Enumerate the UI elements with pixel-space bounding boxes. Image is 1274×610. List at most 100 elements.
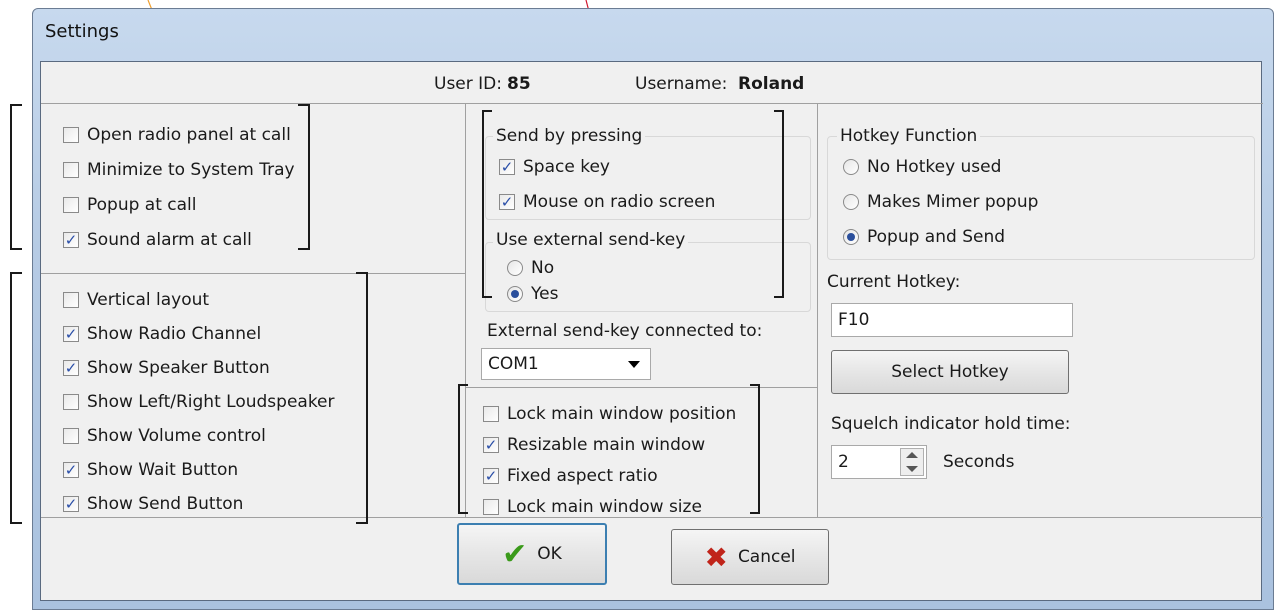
current-hotkey-value: F10 [838,310,870,330]
left-section-divider [41,273,465,274]
cancel-label: Cancel [737,547,796,567]
checkbox-label: Show Radio Channel [87,324,262,344]
checkbox-lock-window-position[interactable]: Lock main window position [483,404,736,424]
select-hotkey-button[interactable]: Select Hotkey [831,350,1069,394]
radio-popup-and-send[interactable]: Popup and Send [843,227,1005,247]
checkbox-label: Show Volume control [87,426,266,446]
annotation-bracket-general-left [10,104,22,250]
checkbox-popup-at-call[interactable]: Popup at call [63,195,197,215]
checkbox-label: Minimize to System Tray [87,160,295,180]
checkbox-show-wait-button[interactable]: ✓ Show Wait Button [63,460,238,480]
select-hotkey-label: Select Hotkey [891,362,1009,382]
checkbox-label: Popup at call [87,195,197,215]
checkbox-box [483,499,499,515]
checkbox-show-left-right-loudspeaker[interactable]: Show Left/Right Loudspeaker [63,392,335,412]
checkbox-box: ✓ [63,495,79,513]
external-send-key-legend: Use external send-key [493,230,689,250]
checkbox-vertical-layout[interactable]: Vertical layout [63,290,209,310]
ok-button[interactable]: ✔ OK [457,523,607,585]
send-by-pressing-legend: Send by pressing [493,126,646,146]
user-info-header: User ID: 85 Username: Roland [41,74,1263,98]
checkbox-box: ✓ [483,436,499,454]
radio-circle [507,286,523,302]
checkbox-resizable-window[interactable]: ✓ Resizable main window [483,435,705,455]
annotation-bracket-window-left [458,384,468,514]
checkbox-box: ✓ [483,467,499,485]
middle-column-divider [817,103,818,517]
checkbox-label: Resizable main window [507,435,706,455]
checkbox-box [63,394,79,410]
checkbox-show-speaker-button[interactable]: ✓ Show Speaker Button [63,358,270,378]
checkbox-sound-alarm[interactable]: ✓ Sound alarm at call [63,230,252,250]
com-port-dropdown[interactable]: COM1 [481,348,651,380]
settings-window: Settings User ID: 85 Username: Roland Op… [32,8,1274,610]
annotation-bracket-layout-right [356,272,368,524]
checkbox-label: Sound alarm at call [87,230,252,250]
radio-label: Makes Mimer popup [867,192,1039,212]
spinner-buttons[interactable] [900,448,924,476]
header-divider [41,103,1263,104]
checkbox-label: Space key [523,157,610,177]
username-label: Username: [635,74,728,94]
checkbox-label: Show Speaker Button [87,358,270,378]
checkbox-box [483,406,499,422]
radio-label: No Hotkey used [867,157,1002,177]
chevron-up-icon[interactable] [906,452,918,458]
radio-no-hotkey[interactable]: No Hotkey used [843,157,1001,177]
middle-section-divider [465,387,817,388]
com-port-value: COM1 [488,354,539,374]
radio-circle [507,260,523,276]
checkbox-box: ✓ [63,231,79,249]
squelch-spinner[interactable]: 2 [831,445,927,479]
checkbox-label: Show Send Button [87,494,244,514]
checkbox-mouse-on-radio-screen[interactable]: ✓ Mouse on radio screen [499,192,715,212]
annotation-bracket-general-right [298,104,310,250]
radio-circle [843,229,859,245]
annotation-bracket-layout-left [10,272,22,524]
checkbox-lock-window-size[interactable]: Lock main window size [483,497,702,517]
squelch-label: Squelch indicator hold time: [831,414,1071,434]
checkbox-box [63,162,79,178]
checkbox-minimize-to-tray[interactable]: Minimize to System Tray [63,160,295,180]
checkbox-space-key[interactable]: ✓ Space key [499,157,610,177]
radio-external-yes[interactable]: Yes [507,284,558,304]
checkbox-label: Vertical layout [87,290,210,310]
chevron-down-icon[interactable] [906,466,918,472]
radio-makes-mimer-popup[interactable]: Makes Mimer popup [843,192,1038,212]
annotation-bracket-send-right [774,110,784,298]
user-id-value: 85 [507,74,531,94]
checkbox-box [63,292,79,308]
checkbox-open-radio-panel[interactable]: Open radio panel at call [63,125,291,145]
checkbox-label: Fixed aspect ratio [507,466,658,486]
checkmark-icon: ✔ [502,536,528,572]
checkbox-fixed-aspect-ratio[interactable]: ✓ Fixed aspect ratio [483,466,658,486]
radio-external-no[interactable]: No [507,258,554,278]
checkbox-label: Mouse on radio screen [523,192,716,212]
checkbox-show-radio-channel[interactable]: ✓ Show Radio Channel [63,324,261,344]
radio-circle [843,194,859,210]
checkbox-label: Show Left/Right Loudspeaker [87,392,335,412]
checkbox-label: Lock main window size [507,497,702,517]
cancel-button[interactable]: ✖ Cancel [671,529,829,585]
hotkey-function-legend: Hotkey Function [837,126,981,146]
close-icon: ✖ [704,540,728,574]
title-bar[interactable]: Settings [33,9,1273,57]
user-id-label: User ID: [434,74,502,94]
checkbox-box [63,197,79,213]
checkbox-label: Open radio panel at call [87,125,291,145]
squelch-value: 2 [838,452,849,472]
checkbox-box: ✓ [63,359,79,377]
checkbox-show-volume-control[interactable]: Show Volume control [63,426,266,446]
checkbox-show-send-button[interactable]: ✓ Show Send Button [63,494,243,514]
external-send-key-connected-label: External send-key connected to: [487,321,763,341]
checkbox-box: ✓ [499,158,515,176]
annotation-bracket-window-right [750,384,760,514]
radio-label: No [531,258,555,278]
ok-label: OK [537,544,562,564]
checkbox-label: Show Wait Button [87,460,239,480]
checkbox-label: Lock main window position [507,404,737,424]
checkbox-box [63,127,79,143]
footer-divider [41,517,1263,518]
checkbox-box: ✓ [499,193,515,211]
current-hotkey-field[interactable]: F10 [831,303,1073,337]
